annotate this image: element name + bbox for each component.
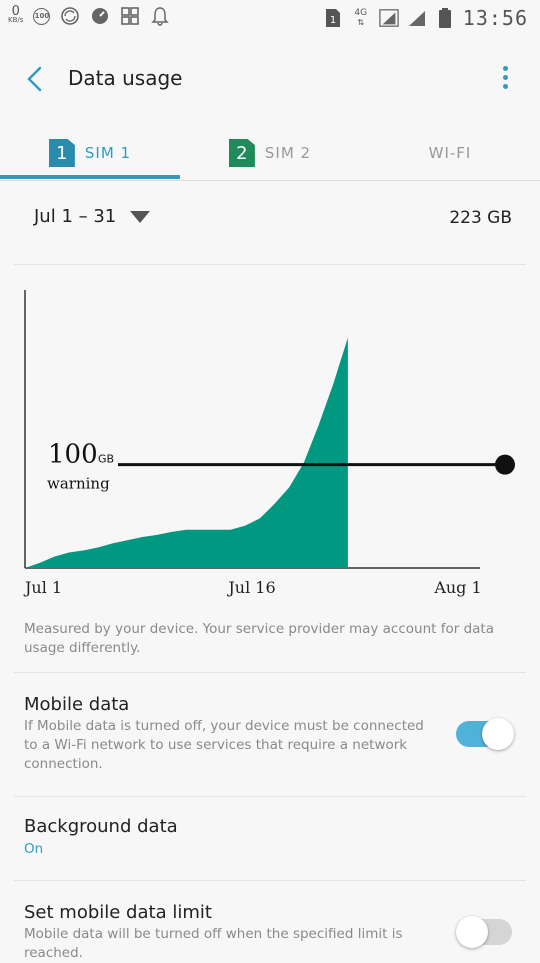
cycle-selector[interactable]: Jul 1 – 31 <box>34 206 150 227</box>
tab-label: SIM 1 <box>85 144 131 162</box>
sim-card-icon: 1 <box>323 8 343 28</box>
svg-text:1: 1 <box>330 15 336 26</box>
network-type-icon: 4G⇅ <box>351 8 371 28</box>
divider <box>14 672 526 673</box>
warning-handle <box>495 455 515 475</box>
status-bar: 0 KB/s 100 1 4G⇅ <box>0 0 540 36</box>
sim-tabs: 1 SIM 1 2 SIM 2 WI-FI <box>0 126 540 181</box>
mobile-data-description: If Mobile data is turned off, your devic… <box>24 717 434 774</box>
x-tick-label: Jul 16 <box>226 578 275 597</box>
back-arrow-icon[interactable] <box>24 66 46 92</box>
tab-label: WI-FI <box>429 144 472 162</box>
notification-bell-icon <box>150 6 170 26</box>
usage-chart: 100GB warning Jul 1 Jul 16 Aug 1 <box>0 270 540 610</box>
more-options-icon[interactable] <box>500 66 510 92</box>
mobile-data-toggle[interactable] <box>456 718 514 750</box>
signal-strength-icon <box>379 8 399 28</box>
warning-label: warning <box>47 475 110 493</box>
tab-sim-2[interactable]: 2 SIM 2 <box>180 126 360 180</box>
x-tick-label: Aug 1 <box>433 578 481 597</box>
background-data-row[interactable]: Background data On <box>24 816 520 857</box>
divider <box>14 880 526 881</box>
cycle-range: Jul 1 – 31 <box>34 206 116 227</box>
battery-100-icon: 100 <box>33 8 50 25</box>
page-title: Data usage <box>68 66 182 90</box>
divider <box>14 264 526 265</box>
battery-icon <box>435 8 455 28</box>
grid-icon <box>120 6 140 26</box>
sync-icon <box>60 6 80 26</box>
data-limit-row[interactable]: Set mobile data limit Mobile data will b… <box>24 902 520 963</box>
mobile-data-title: Mobile data <box>24 694 520 715</box>
network-speed: 0 KB/s <box>8 7 23 25</box>
signal-strength-2-icon <box>407 8 427 28</box>
background-data-value: On <box>24 841 520 857</box>
sim-2-icon: 2 <box>229 139 255 167</box>
measurement-note: Measured by your device. Your service pr… <box>24 620 520 658</box>
warning-unit: GB <box>98 453 114 466</box>
tab-sim-1[interactable]: 1 SIM 1 <box>0 126 180 180</box>
app-bar: Data usage <box>0 36 540 120</box>
tab-label: SIM 2 <box>265 144 311 162</box>
background-data-title: Background data <box>24 816 520 837</box>
total-usage: 223 GB <box>449 208 512 228</box>
warning-value: 100 <box>48 440 98 470</box>
data-limit-description: Mobile data will be turned off when the … <box>24 925 434 963</box>
data-limit-title: Set mobile data limit <box>24 902 520 923</box>
mobile-data-row[interactable]: Mobile data If Mobile data is turned off… <box>24 694 520 774</box>
x-tick-label: Jul 1 <box>23 578 62 597</box>
clock: 13:56 <box>463 6 528 30</box>
divider <box>14 796 526 797</box>
active-tab-indicator <box>0 175 180 179</box>
data-limit-toggle[interactable] <box>456 916 514 948</box>
speedometer-icon <box>90 6 110 26</box>
tab-wifi[interactable]: WI-FI <box>360 126 540 180</box>
dropdown-arrow-icon <box>130 211 150 223</box>
sim-1-icon: 1 <box>49 139 75 167</box>
